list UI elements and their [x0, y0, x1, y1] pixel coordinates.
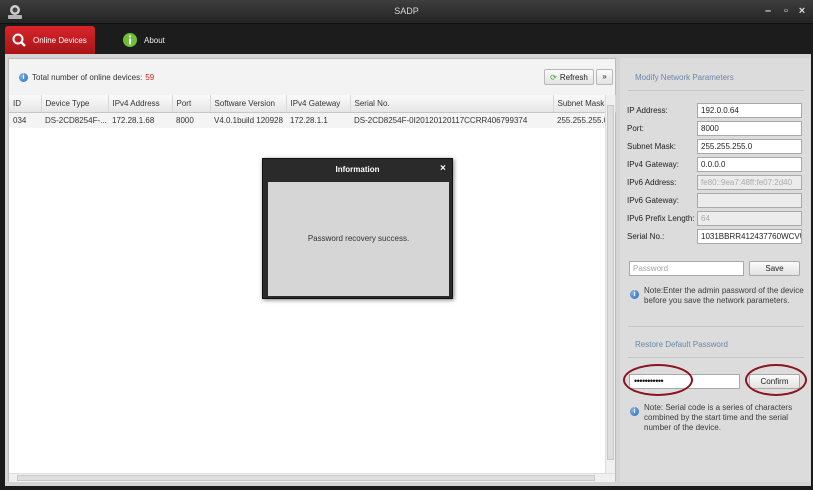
horizontal-scrollbar[interactable]	[9, 473, 615, 482]
refresh-label: Refresh	[559, 72, 588, 82]
total-devices-label: Total number of online devices:	[32, 73, 143, 82]
ipv6-gateway-field	[697, 193, 802, 208]
restore-note-text: Note: Serial code is a series of charact…	[644, 403, 793, 432]
ipv4-gateway-label: IPv4 Gateway:	[627, 160, 680, 169]
magnifier-icon	[12, 33, 26, 47]
ipv6-address-label: IPv6 Address:	[627, 178, 677, 187]
device-list-panel: i Total number of online devices: 59 ⟳ R…	[8, 58, 616, 482]
tab-label: About	[144, 35, 165, 45]
restore-note: i Note: Serial code is a series of chara…	[630, 403, 808, 433]
parameters-panel: Modify Network Parameters IP Address: 19…	[620, 58, 810, 482]
column-header-port[interactable]: Port	[172, 95, 211, 113]
scroll-thumb[interactable]	[17, 475, 595, 481]
save-note: i Note:Enter the admin password of the d…	[630, 286, 808, 306]
column-header-id[interactable]: ID	[9, 95, 42, 113]
ipv6-gateway-label: IPv6 Gateway:	[627, 196, 680, 205]
vertical-scrollbar[interactable]	[605, 95, 615, 473]
save-note-text: Note:Enter the admin password of the dev…	[644, 286, 804, 305]
dialog-title: Information	[335, 165, 380, 174]
cell-ipv4-gateway: 172.28.1.1	[286, 112, 350, 128]
cell-port: 8000	[172, 112, 210, 128]
tab-about[interactable]: About	[114, 26, 186, 54]
info-icon	[123, 33, 137, 47]
device-list-toolbar: i Total number of online devices: 59 ⟳ R…	[9, 59, 615, 95]
subnet-mask-label: Subnet Mask:	[627, 142, 676, 151]
minimize-button[interactable]: –	[762, 5, 774, 18]
divider	[628, 326, 804, 327]
restore-password-title: Restore Default Password	[635, 340, 728, 349]
column-header-software-version[interactable]: Software Version	[210, 95, 287, 113]
annotation-highlight	[745, 364, 807, 396]
refresh-icon: ⟳	[550, 72, 557, 82]
column-header-ipv4-gateway[interactable]: IPv4 Gateway	[286, 95, 351, 113]
refresh-button[interactable]: ⟳ Refresh	[544, 69, 594, 85]
cell-id: 034	[9, 112, 41, 128]
info-icon: i	[630, 407, 639, 416]
ipv6-address-field: fe80::9ea7:48ff:fe07:2d40	[697, 175, 802, 190]
ipv4-gateway-field[interactable]: 0.0.0.0	[697, 157, 802, 172]
column-header-ipv4-address[interactable]: IPv4 Address	[108, 95, 173, 113]
ipv6-prefix-length-label: IPv6 Prefix Length:	[627, 214, 695, 223]
serial-no-label: Serial No.:	[627, 232, 665, 241]
annotation-highlight	[623, 364, 693, 396]
save-button[interactable]: Save	[749, 261, 800, 276]
ip-address-field[interactable]: 192.0.0.64	[697, 103, 802, 118]
subnet-mask-field[interactable]: 255.255.255.0	[697, 139, 802, 154]
info-icon: i	[630, 290, 639, 299]
cell-software-version: V4.0.1build 120928	[210, 112, 286, 128]
expand-panel-button[interactable]: »	[596, 69, 613, 85]
tab-online-devices[interactable]: Online Devices	[5, 26, 95, 54]
main-content: i Total number of online devices: 59 ⟳ R…	[5, 54, 811, 486]
serial-no-field[interactable]: 1031BBRR412437760WCVU	[697, 229, 802, 244]
cell-serial-no: DS-2CD8254F-0I20120120117CCRR406799374	[350, 112, 553, 128]
window-title: SADP	[394, 6, 419, 16]
table-row[interactable]: 034 DS-2CD8254F-... 172.28.1.68 8000 V4.…	[9, 112, 615, 128]
dialog-message: Password recovery success.	[307, 234, 410, 243]
port-field[interactable]: 8000	[697, 121, 802, 136]
information-dialog: Information × Password recovery success.	[262, 158, 453, 299]
ipv6-prefix-length-field: 64	[697, 211, 802, 226]
column-header-device-type[interactable]: Device Type	[41, 95, 109, 113]
title-bar: SADP – ▫ ×	[0, 0, 813, 24]
password-input[interactable]: Password	[629, 261, 744, 276]
device-table: ID Device Type IPv4 Address Port Softwar…	[9, 95, 616, 128]
divider	[628, 357, 804, 358]
divider	[628, 90, 804, 91]
maximize-button[interactable]: ▫	[780, 5, 792, 18]
ip-address-label: IP Address:	[627, 106, 668, 115]
close-window-button[interactable]: ×	[796, 5, 808, 18]
dialog-close-icon[interactable]: ×	[440, 163, 446, 174]
column-header-serial-no[interactable]: Serial No.	[350, 95, 554, 113]
scroll-thumb[interactable]	[607, 105, 614, 460]
cell-ipv4-address: 172.28.1.68	[108, 112, 172, 128]
total-devices-count: 59	[145, 73, 155, 82]
table-header-row: ID Device Type IPv4 Address Port Softwar…	[9, 95, 616, 113]
tab-bar: Online Devices About	[0, 24, 813, 54]
port-label: Port:	[627, 124, 644, 133]
tab-label: Online Devices	[33, 35, 87, 45]
cell-device-type: DS-2CD8254F-...	[41, 112, 108, 128]
modify-network-title: Modify Network Parameters	[635, 73, 734, 82]
total-devices-info: i Total number of online devices: 59	[19, 73, 154, 82]
dialog-body: Password recovery success.	[268, 182, 449, 296]
info-icon: i	[19, 73, 28, 82]
